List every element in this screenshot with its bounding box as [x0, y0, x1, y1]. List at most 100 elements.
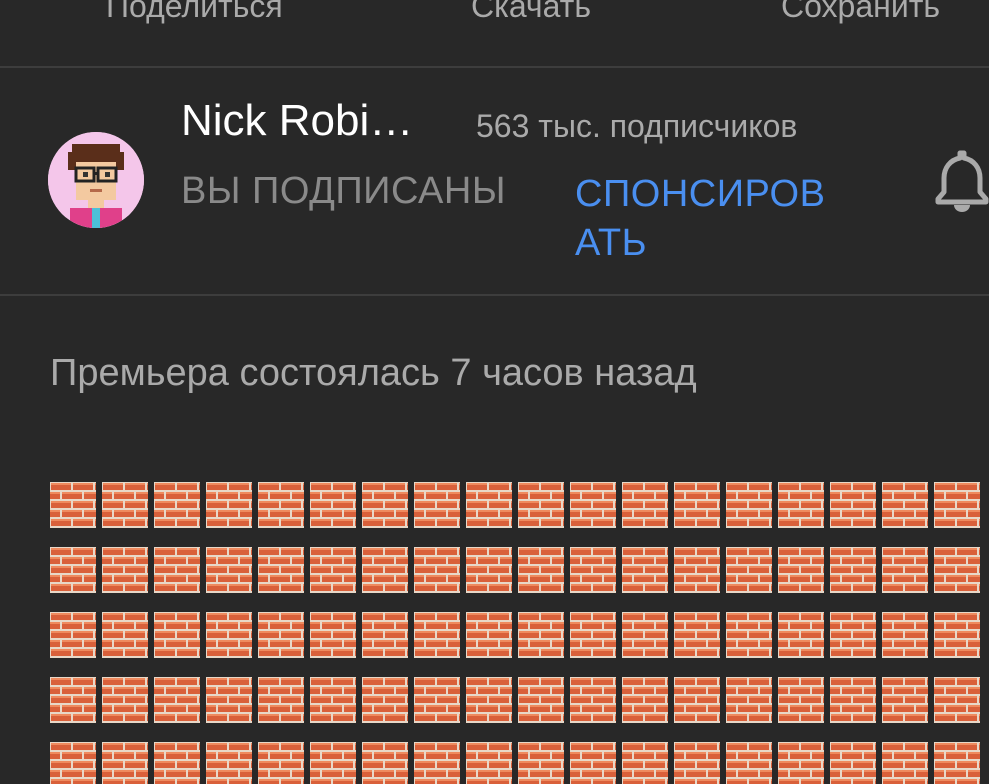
brick-emoji-icon [768, 742, 843, 784]
brick-emoji-icon [664, 742, 739, 784]
brick-emoji-icon [404, 677, 479, 723]
brick-emoji-icon [456, 677, 531, 723]
channel-name[interactable]: Nick Robi… [181, 96, 413, 146]
brick-emoji-icon [924, 612, 989, 658]
divider [0, 66, 989, 68]
brick-emoji-icon [560, 612, 635, 658]
brick-emoji-icon [196, 612, 271, 658]
brick-emoji-icon [612, 742, 687, 784]
subscriber-count: 563 тыс. подписчиков [476, 108, 798, 144]
brick-emoji-icon [456, 482, 531, 528]
brick-emoji-icon [924, 547, 989, 593]
brick-emoji-icon [768, 547, 843, 593]
brick-emoji-icon [196, 482, 271, 528]
brick-emoji-icon [716, 547, 791, 593]
brick-emoji-icon [872, 547, 947, 593]
brick-emoji-icon [352, 547, 427, 593]
brick-emoji-icon [352, 482, 427, 528]
brick-emoji-icon [924, 677, 989, 723]
brick-emoji-icon [144, 612, 219, 658]
brick-emoji-icon [664, 677, 739, 723]
brick-emoji-icon [92, 612, 167, 658]
brick-emoji-icon [820, 482, 895, 528]
subscribed-button[interactable]: ВЫ ПОДПИСАНЫ [181, 170, 506, 213]
brick-emoji-icon [92, 677, 167, 723]
brick-emoji-icon [872, 742, 947, 784]
brick-emoji-icon [872, 612, 947, 658]
share-button[interactable]: Поделиться [106, 0, 283, 25]
brick-emoji-icon [664, 482, 739, 528]
brick-emoji-icon [716, 482, 791, 528]
premiere-timestamp: Премьера состоялась 7 часов назад [50, 352, 697, 394]
brick-emoji-icon [508, 677, 583, 723]
brick-emoji-icon [300, 677, 375, 723]
brick-emoji-icon [92, 547, 167, 593]
brick-emoji-icon [144, 547, 219, 593]
video-details-page: Поделиться Скачать Сохранить Nick Robi… … [0, 0, 989, 784]
brick-emoji-icon [300, 482, 375, 528]
download-button[interactable]: Скачать [471, 0, 591, 25]
brick-emoji-icon [716, 612, 791, 658]
brick-emoji-icon [560, 547, 635, 593]
brick-emoji-icon [716, 742, 791, 784]
brick-emoji-icon [768, 612, 843, 658]
brick-emoji-icon [664, 547, 739, 593]
bell-icon [935, 150, 989, 212]
brick-emoji-icon [612, 677, 687, 723]
brick-emoji-icon [248, 677, 323, 723]
brick-emoji-icon [144, 742, 219, 784]
brick-emoji-icon [40, 677, 115, 723]
brick-emoji-icon [40, 547, 115, 593]
brick-emoji-icon [40, 742, 115, 784]
brick-emoji-icon [872, 677, 947, 723]
brick-emoji-icon [612, 612, 687, 658]
brick-emoji-icon [352, 612, 427, 658]
brick-emoji-icon [300, 547, 375, 593]
brick-emoji-icon [924, 482, 989, 528]
brick-emoji-icon [196, 547, 271, 593]
save-button[interactable]: Сохранить [781, 0, 940, 25]
brick-emoji-icon [820, 612, 895, 658]
brick-emoji-icon [196, 677, 271, 723]
emoji-row [40, 677, 989, 723]
brick-emoji-icon [404, 547, 479, 593]
brick-emoji-icon [144, 482, 219, 528]
notification-bell-button[interactable] [934, 150, 989, 212]
brick-emoji-icon [820, 547, 895, 593]
emoji-row [40, 742, 989, 784]
brick-emoji-icon [768, 677, 843, 723]
divider [0, 294, 989, 296]
brick-emoji-icon [92, 482, 167, 528]
emoji-row [40, 547, 989, 593]
brick-emoji-icon [508, 547, 583, 593]
brick-emoji-icon [404, 612, 479, 658]
pixel-avatar-icon [48, 132, 144, 228]
brick-emoji-icon [40, 482, 115, 528]
brick-emoji-icon [508, 482, 583, 528]
brick-emoji-icon [820, 742, 895, 784]
brick-emoji-icon [508, 612, 583, 658]
brick-emoji-icon [820, 677, 895, 723]
brick-emoji-icon [196, 742, 271, 784]
brick-emoji-icon [612, 547, 687, 593]
channel-avatar[interactable] [48, 132, 144, 228]
brick-emoji-icon [716, 677, 791, 723]
action-bar: Поделиться Скачать Сохранить [0, 0, 989, 66]
brick-emoji-icon [924, 742, 989, 784]
brick-emoji-icon [456, 612, 531, 658]
sponsor-button[interactable]: СПОНСИРОВАТЬ [575, 170, 835, 268]
emoji-row [40, 482, 989, 528]
brick-emoji-icon [248, 742, 323, 784]
brick-emoji-icon [456, 742, 531, 784]
brick-emoji-icon [40, 612, 115, 658]
brick-emoji-icon [664, 612, 739, 658]
brick-emoji-icon [248, 547, 323, 593]
brick-emoji-icon [456, 547, 531, 593]
brick-emoji-icon [300, 742, 375, 784]
brick-emoji-icon [352, 742, 427, 784]
description-emoji-block [40, 482, 989, 784]
brick-emoji-icon [300, 612, 375, 658]
brick-emoji-icon [612, 482, 687, 528]
brick-emoji-icon [508, 742, 583, 784]
brick-emoji-icon [560, 677, 635, 723]
